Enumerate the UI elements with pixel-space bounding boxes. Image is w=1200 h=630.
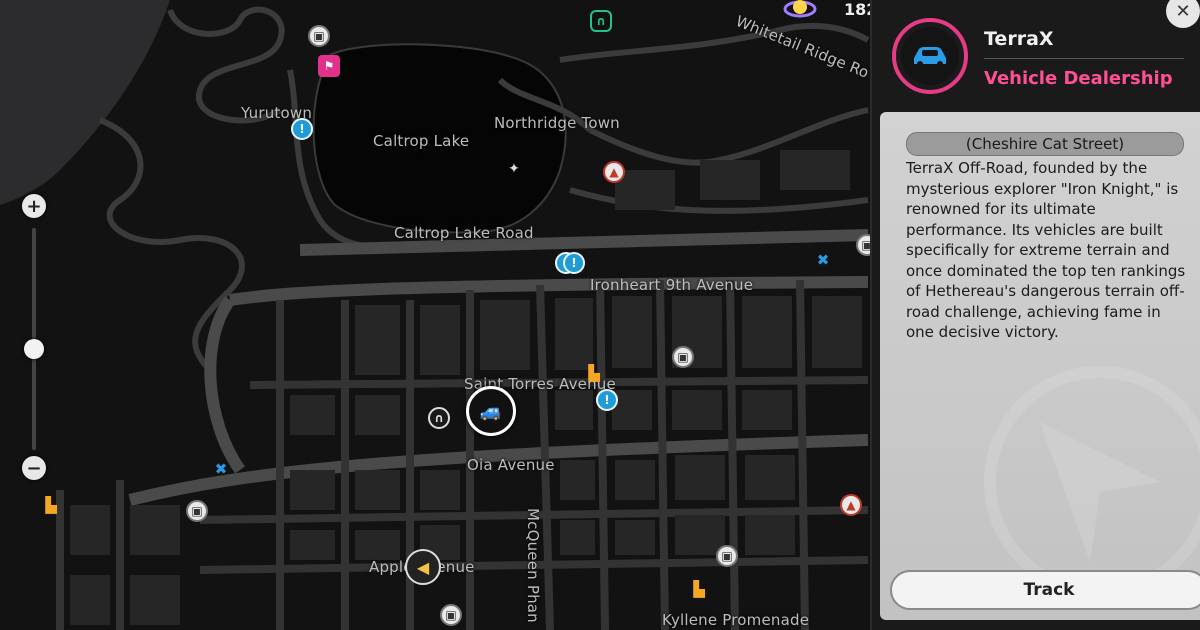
street-name: (Cheshire Cat Street) — [906, 132, 1184, 156]
zoom-control[interactable]: + − — [22, 194, 48, 484]
checkered-flag-icon[interactable]: ⚑ — [318, 55, 340, 77]
car-icon — [901, 27, 959, 85]
map-label-caltrop-lake: Caltrop Lake — [373, 132, 470, 150]
info-icon[interactable]: ! — [291, 118, 313, 140]
tombstone-icon[interactable]: ∩ — [590, 10, 612, 32]
rocket-icon[interactable]: ▲ — [603, 161, 625, 183]
compass-watermark-icon — [984, 366, 1200, 598]
map-label-ironheart: Ironheart 9th Avenue — [590, 276, 754, 294]
building-icon[interactable]: ▙ — [40, 494, 62, 516]
shop-icon[interactable]: ▣ — [308, 25, 330, 47]
shop-icon[interactable]: ▣ — [186, 500, 208, 522]
panel-header: TerraX Vehicle Dealership ✕ — [872, 0, 1200, 110]
map-label-northridge: Northridge Town — [494, 114, 620, 132]
building-icon[interactable]: ▙ — [688, 578, 710, 600]
rocket-icon[interactable]: ▲ — [840, 494, 862, 516]
zoom-out-button[interactable]: − — [22, 456, 46, 480]
shop-icon[interactable]: ▣ — [672, 346, 694, 368]
selected-dealership-marker[interactable]: 🚙 — [466, 386, 516, 436]
panel-title: TerraX — [984, 28, 1054, 50]
zoom-in-button[interactable]: + — [22, 194, 46, 218]
close-button[interactable]: ✕ — [1166, 0, 1200, 28]
title-divider — [984, 58, 1184, 59]
map-label-caltrop-road: Caltrop Lake Road — [394, 224, 534, 242]
panel-body: (Cheshire Cat Street) TerraX Off-Road, f… — [880, 112, 1200, 620]
location-info-panel: TerraX Vehicle Dealership ✕ (Cheshire Ca… — [870, 0, 1200, 630]
track-button[interactable]: Track — [890, 570, 1200, 610]
map-label-kyllene: Kyllene Promenade — [662, 611, 810, 629]
info-icon[interactable]: ! — [563, 252, 585, 274]
info-icon[interactable]: ! — [596, 389, 618, 411]
dealership-badge — [892, 18, 968, 94]
wrench-icon[interactable]: ✖ — [210, 458, 232, 480]
car-icon: 🚙 — [479, 400, 503, 422]
paw-icon[interactable]: ✦ — [503, 158, 525, 180]
player-marker: ◀ — [405, 549, 441, 585]
map-label-mcqueen: McQueen Phan — [524, 508, 542, 623]
wrench-icon[interactable]: ✖ — [812, 249, 834, 271]
shop-icon[interactable]: ▣ — [440, 604, 462, 626]
map-label-oia: Oia Avenue — [467, 456, 555, 474]
currency-icon — [783, 0, 817, 22]
shop-icon[interactable]: ▣ — [716, 545, 738, 567]
zoom-slider-knob[interactable] — [24, 339, 44, 360]
horseshoe-icon[interactable]: ∩ — [428, 407, 450, 429]
building-icon[interactable]: ▙ — [583, 362, 605, 384]
panel-category: Vehicle Dealership — [984, 68, 1173, 89]
location-description: TerraX Off-Road, founded by the mysterio… — [906, 159, 1186, 341]
